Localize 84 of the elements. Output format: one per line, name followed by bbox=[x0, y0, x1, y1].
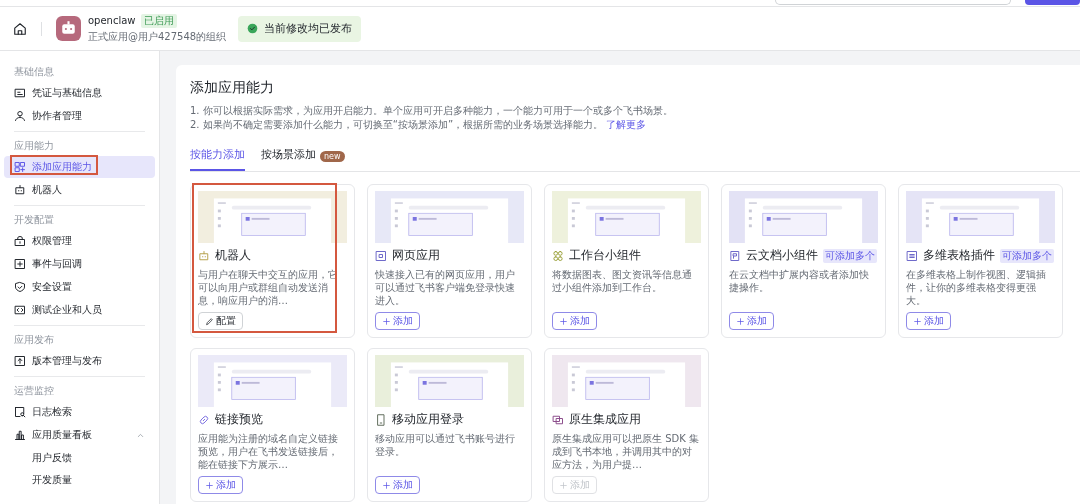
plus-icon bbox=[205, 480, 214, 490]
add-button[interactable]: 添加 bbox=[375, 476, 420, 494]
home-icon[interactable] bbox=[13, 21, 27, 36]
card-title: 多维表格插件 bbox=[923, 248, 995, 263]
sidebar-item[interactable]: 版本管理与发布 bbox=[4, 350, 155, 372]
grid-icon bbox=[14, 161, 26, 173]
section-title: 开发配置 bbox=[14, 213, 55, 227]
learn-more-link[interactable]: 了解更多 bbox=[606, 119, 647, 130]
plus-icon bbox=[559, 480, 568, 490]
sidebar-item[interactable]: 日志检索 bbox=[4, 401, 155, 423]
link-icon bbox=[198, 413, 210, 426]
plus-icon bbox=[736, 316, 745, 326]
upload-icon bbox=[14, 355, 26, 367]
add-button[interactable]: 添加 bbox=[906, 312, 951, 330]
sidebar-item[interactable]: 添加应用能力 bbox=[4, 156, 155, 178]
web-page-icon bbox=[375, 249, 387, 262]
app-name: openclaw bbox=[88, 15, 136, 26]
sidebar-subitem[interactable]: 用户反馈 bbox=[14, 447, 145, 469]
card-title: 移动应用登录 bbox=[392, 412, 464, 427]
sidebar-subitem[interactable]: 开发质量 bbox=[14, 469, 145, 491]
card-description: 移动应用可以通过飞书账号进行登录。 bbox=[375, 432, 516, 459]
card-description: 在云文档中扩展内容或者添加快捷操作。 bbox=[729, 268, 870, 295]
card-title: 链接预览 bbox=[215, 412, 263, 427]
robot-icon bbox=[198, 249, 210, 262]
plus-icon bbox=[559, 316, 568, 326]
lock-icon bbox=[14, 235, 26, 247]
action-button[interactable] bbox=[1025, 0, 1080, 5]
sidebar-item[interactable]: 权限管理 bbox=[4, 230, 155, 252]
note-text: 1. 你可以根据实际需求，为应用开启能力。单个应用可开启多种能力，一个能力可用于一个或多个飞书场景。 bbox=[190, 105, 673, 116]
new-badge: new bbox=[320, 151, 345, 162]
card-title: 原生集成应用 bbox=[569, 412, 641, 427]
sidebar-item[interactable]: 协作者管理 bbox=[4, 105, 155, 127]
add-button[interactable]: 添加 bbox=[198, 476, 243, 494]
plus-icon bbox=[382, 480, 391, 490]
add-button[interactable]: 添加 bbox=[375, 312, 420, 330]
section-title: 基础信息 bbox=[14, 65, 55, 79]
check-icon bbox=[247, 23, 259, 34]
card-description: 将数据图表、图文资讯等信息通过小组件添加到工作台。 bbox=[552, 268, 693, 295]
card-description: 快速接入已有的网页应用，用户可以通过飞书客户端免登录快速进入。 bbox=[375, 268, 516, 307]
section-title: 应用能力 bbox=[14, 139, 55, 153]
code-icon bbox=[14, 304, 26, 316]
section-title: 运营监控 bbox=[14, 384, 55, 398]
person-icon bbox=[14, 110, 26, 122]
publish-status-text: 当前修改均已发布 bbox=[264, 21, 353, 36]
sidebar-item[interactable]: 机器人 bbox=[4, 179, 155, 201]
card-description: 应用能为注册的域名自定义链接预览，用户在飞书发送链接后，能在链接下方展示… bbox=[198, 432, 339, 471]
plus-icon bbox=[382, 316, 391, 326]
plus-square-icon bbox=[14, 258, 26, 270]
shield-icon bbox=[14, 281, 26, 293]
configure-button[interactable]: 配置 bbox=[198, 312, 243, 330]
sidebar-item[interactable]: 安全设置 bbox=[4, 276, 155, 298]
sidebar-item[interactable]: 测试企业和人员 bbox=[4, 299, 155, 321]
card-tag: 可添加多个 bbox=[1000, 248, 1054, 263]
add-button[interactable]: 添加 bbox=[729, 312, 774, 330]
card-title: 网页应用 bbox=[392, 248, 440, 263]
robot-avatar-icon bbox=[56, 16, 81, 41]
tab[interactable]: 按场景添加 bbox=[261, 142, 316, 171]
plus-icon bbox=[913, 316, 922, 326]
status-tag: 已启用 bbox=[140, 13, 177, 28]
card-description: 在多维表格上制作视图、逻辑插件，让你的多维表格变得更强大。 bbox=[906, 268, 1047, 307]
card-description: 原生集成应用可以把原生 SDK 集成到飞书本地，并调用其中的对应方法，为用户提… bbox=[552, 432, 700, 471]
search-doc-icon bbox=[14, 406, 26, 418]
section-title: 应用发布 bbox=[14, 333, 55, 347]
table-icon bbox=[906, 249, 918, 262]
card-title: 云文档小组件 bbox=[746, 248, 818, 263]
sidebar-item[interactable]: 凭证与基础信息 bbox=[4, 82, 155, 104]
add-button[interactable]: 添加 bbox=[552, 312, 597, 330]
app-organization: 正式应用@用户427548的组织 bbox=[88, 29, 227, 44]
bar-chart-icon bbox=[14, 429, 26, 441]
document-icon bbox=[729, 249, 741, 262]
card-title: 机器人 bbox=[215, 248, 251, 263]
pencil-icon bbox=[205, 316, 214, 326]
sidebar-item[interactable]: 事件与回调 bbox=[4, 253, 155, 275]
note-text: 2. 如果尚不确定需要添加什么能力，可切换至“按场景添加”，根据所需的业务场景选择能力。 bbox=[190, 119, 604, 130]
card-tag: 可添加多个 bbox=[823, 248, 877, 263]
sidebar-item[interactable]: 应用质量看板 bbox=[4, 424, 155, 446]
card-title: 工作台小组件 bbox=[569, 248, 641, 263]
robot-icon bbox=[14, 184, 26, 196]
phone-icon bbox=[375, 413, 387, 426]
id-card-icon bbox=[14, 87, 26, 99]
page-title: 添加应用能力 bbox=[190, 79, 275, 97]
widget-icon bbox=[552, 249, 564, 262]
frames-icon bbox=[552, 413, 564, 426]
tab[interactable]: 按能力添加 bbox=[190, 142, 245, 171]
